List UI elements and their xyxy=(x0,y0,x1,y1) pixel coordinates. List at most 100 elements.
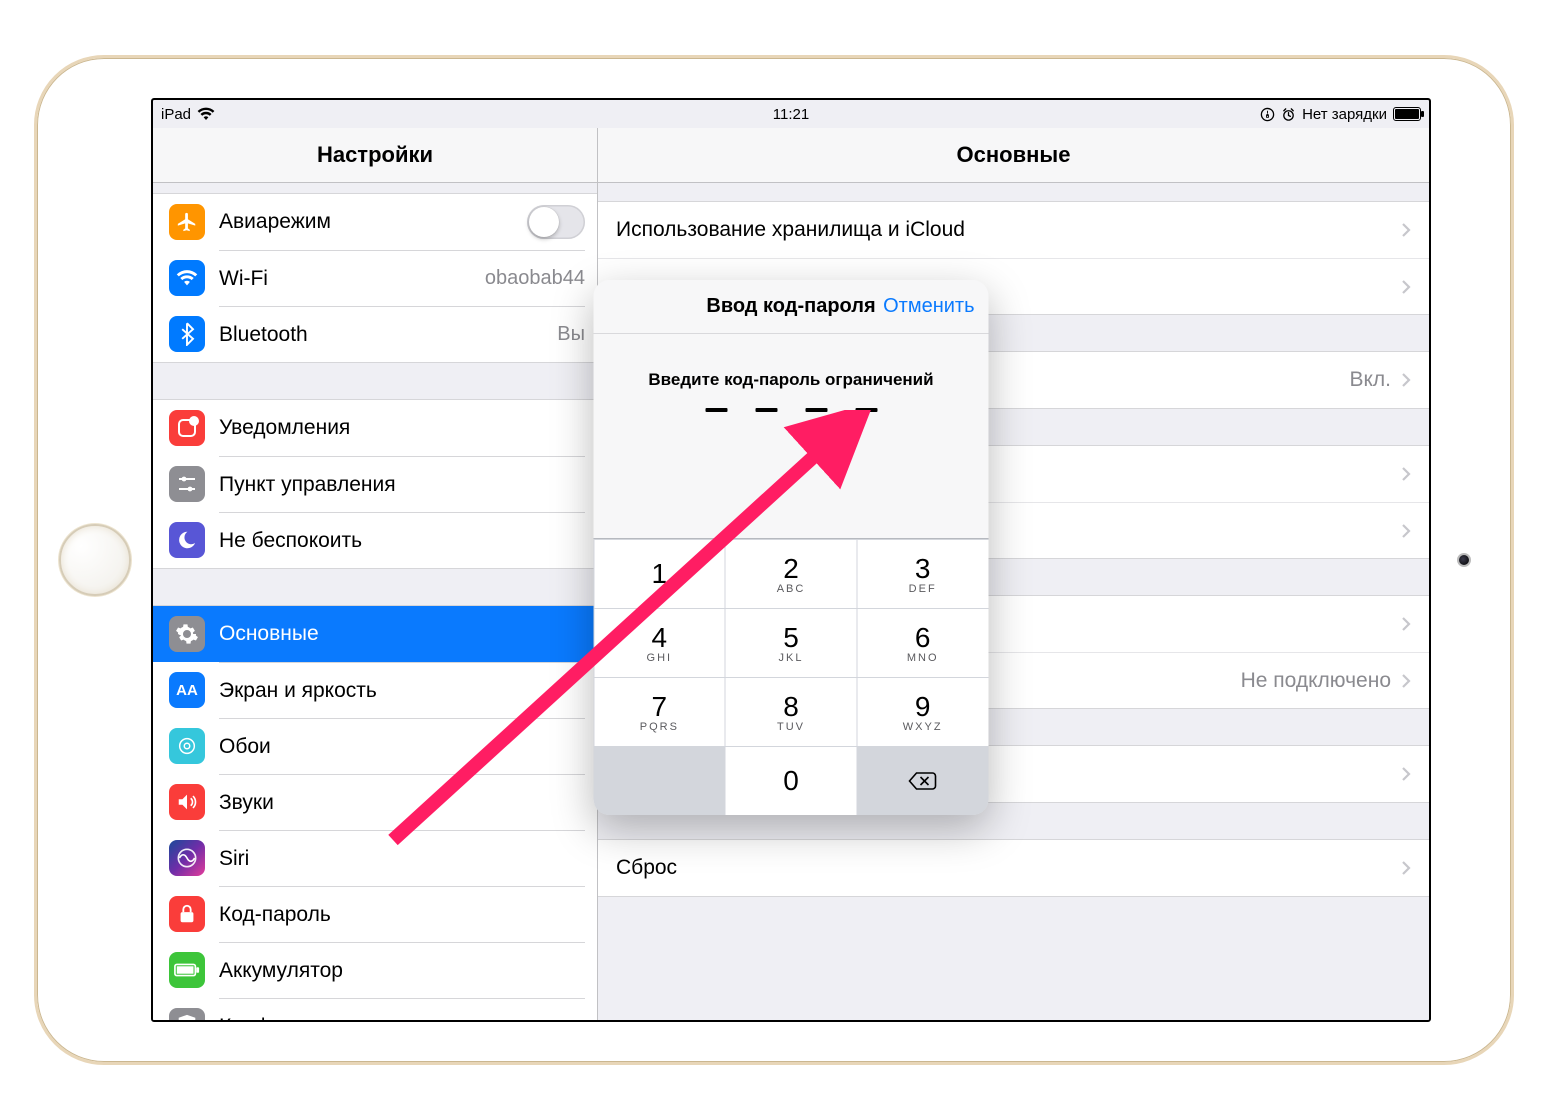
sidebar-item-label: Уведомления xyxy=(219,416,350,440)
pin-slot xyxy=(855,408,877,412)
passcode-field xyxy=(594,408,989,412)
modal-header: Ввод код-пароля Отменить xyxy=(594,280,989,334)
device-label: iPad xyxy=(161,106,191,123)
sidebar-item-label: Bluetooth xyxy=(219,323,308,347)
lock-icon xyxy=(169,896,205,932)
keypad-3[interactable]: 3DEF xyxy=(857,540,988,608)
sidebar-item-siri[interactable]: Siri xyxy=(153,830,597,886)
keypad-1[interactable]: 1 xyxy=(594,540,725,608)
settings-sidebar: Авиарежим Wi-Fi obaobab44 xyxy=(153,183,598,1020)
sidebar-item-label: Wi-Fi xyxy=(219,267,268,291)
chevron-right-icon xyxy=(1401,860,1411,876)
sidebar-item-label: Не беспокоить xyxy=(219,529,362,553)
modal-title: Ввод код-пароля xyxy=(706,295,875,318)
sidebar-item-control-center[interactable]: Пункт управления xyxy=(153,456,597,512)
gear-icon xyxy=(169,616,205,652)
keypad-4[interactable]: 4GHI xyxy=(594,609,725,677)
dnd-icon xyxy=(169,522,205,558)
sidebar-item-label: Основные xyxy=(219,622,319,646)
sidebar-item-sounds[interactable]: Звуки xyxy=(153,774,597,830)
sidebar-item-label: Авиарежим xyxy=(219,210,331,234)
airplane-toggle[interactable] xyxy=(527,205,585,239)
siri-icon xyxy=(169,840,205,876)
sidebar-item-dnd[interactable]: Не беспокоить xyxy=(153,512,597,568)
detail-item-reset[interactable]: Сброс xyxy=(598,840,1429,896)
wifi-settings-icon xyxy=(169,260,205,296)
sidebar-item-airplane[interactable]: Авиарежим xyxy=(153,194,597,250)
sidebar-item-bluetooth[interactable]: Bluetooth Вы xyxy=(153,306,597,362)
pin-slot xyxy=(755,408,777,412)
sidebar-item-label: Аккумулятор xyxy=(219,959,343,983)
sidebar-item-notifications[interactable]: Уведомления xyxy=(153,400,597,456)
sidebar-item-label: Код-пароль xyxy=(219,903,331,927)
battery-icon xyxy=(1393,107,1421,121)
sidebar-item-battery[interactable]: Аккумулятор xyxy=(153,942,597,998)
keypad-9[interactable]: 9WXYZ xyxy=(857,678,988,746)
notifications-icon xyxy=(169,410,205,446)
keypad-5[interactable]: 5JKL xyxy=(726,609,857,677)
status-bar: iPad 11:21 Нет зарядки xyxy=(153,100,1429,128)
chevron-right-icon xyxy=(1401,673,1411,689)
sidebar-item-privacy[interactable]: Конфиденциальность xyxy=(153,998,597,1020)
keypad-6[interactable]: 6MNO xyxy=(857,609,988,677)
pin-slot xyxy=(705,408,727,412)
battery-settings-icon xyxy=(169,952,205,988)
sidebar-item-label: Экран и яркость xyxy=(219,679,377,703)
sidebar-item-display[interactable]: AA Экран и яркость xyxy=(153,662,597,718)
keypad: 1 2ABC 3DEF 4GHI 5JKL 6MNO 7PQRS 8TUV 9W… xyxy=(594,538,989,815)
sidebar-item-general[interactable]: Основные xyxy=(153,606,597,662)
bluetooth-value: Вы xyxy=(557,323,585,346)
sidebar-item-passcode[interactable]: Код-пароль xyxy=(153,886,597,942)
keypad-2[interactable]: 2ABC xyxy=(726,540,857,608)
wifi-value: obaobab44 xyxy=(485,267,585,290)
keypad-8[interactable]: 8TUV xyxy=(726,678,857,746)
detail-label: Сброс xyxy=(616,856,677,880)
sidebar-item-label: Обои xyxy=(219,735,271,759)
chevron-right-icon xyxy=(1401,372,1411,388)
chevron-right-icon xyxy=(1401,279,1411,295)
keypad-backspace[interactable] xyxy=(857,747,988,815)
wifi-icon xyxy=(197,107,215,121)
ipad-chassis: iPad 11:21 Нет зарядки Настройки Основны… xyxy=(34,55,1514,1065)
sidebar-item-label: Звуки xyxy=(219,791,274,815)
alarm-icon xyxy=(1281,107,1296,122)
passcode-modal: Ввод код-пароля Отменить Введите код-пар… xyxy=(594,280,989,815)
backspace-icon xyxy=(908,770,938,792)
general-title: Основные xyxy=(598,128,1429,182)
sidebar-item-wallpaper[interactable]: Обои xyxy=(153,718,597,774)
chevron-right-icon xyxy=(1401,523,1411,539)
privacy-icon xyxy=(169,1008,205,1020)
charging-label: Нет зарядки xyxy=(1302,106,1387,123)
display-icon: AA xyxy=(169,672,205,708)
keypad-0[interactable]: 0 xyxy=(726,747,857,815)
pin-slot xyxy=(805,408,827,412)
control-center-icon xyxy=(169,466,205,502)
bluetooth-icon xyxy=(169,316,205,352)
home-button[interactable] xyxy=(59,524,131,596)
sidebar-item-label: Siri xyxy=(219,847,249,871)
sounds-icon xyxy=(169,784,205,820)
cancel-button[interactable]: Отменить xyxy=(883,295,974,318)
sidebar-item-label: Конфиденциальность xyxy=(219,1015,432,1021)
settings-title: Настройки xyxy=(153,128,598,182)
detail-item-storage[interactable]: Использование хранилища и iCloud xyxy=(598,202,1429,258)
modal-prompt: Введите код-пароль ограничений xyxy=(594,370,989,390)
vpn-value: Не подключено xyxy=(1241,669,1391,693)
airplane-icon xyxy=(169,204,205,240)
chevron-right-icon xyxy=(1401,766,1411,782)
clock: 11:21 xyxy=(773,106,809,123)
chevron-right-icon xyxy=(1401,616,1411,632)
wallpaper-icon xyxy=(169,728,205,764)
chevron-right-icon xyxy=(1401,222,1411,238)
rotation-lock-icon xyxy=(1260,107,1275,122)
keypad-empty xyxy=(594,747,725,815)
restrictions-value: Вкл. xyxy=(1349,368,1391,392)
front-camera xyxy=(1457,553,1471,567)
keypad-7[interactable]: 7PQRS xyxy=(594,678,725,746)
chevron-right-icon xyxy=(1401,466,1411,482)
sidebar-item-wifi[interactable]: Wi-Fi obaobab44 xyxy=(153,250,597,306)
screen: iPad 11:21 Нет зарядки Настройки Основны… xyxy=(151,98,1431,1022)
nav-header: Настройки Основные xyxy=(153,128,1429,183)
detail-label: Использование хранилища и iCloud xyxy=(616,218,965,242)
sidebar-item-label: Пункт управления xyxy=(219,473,396,497)
